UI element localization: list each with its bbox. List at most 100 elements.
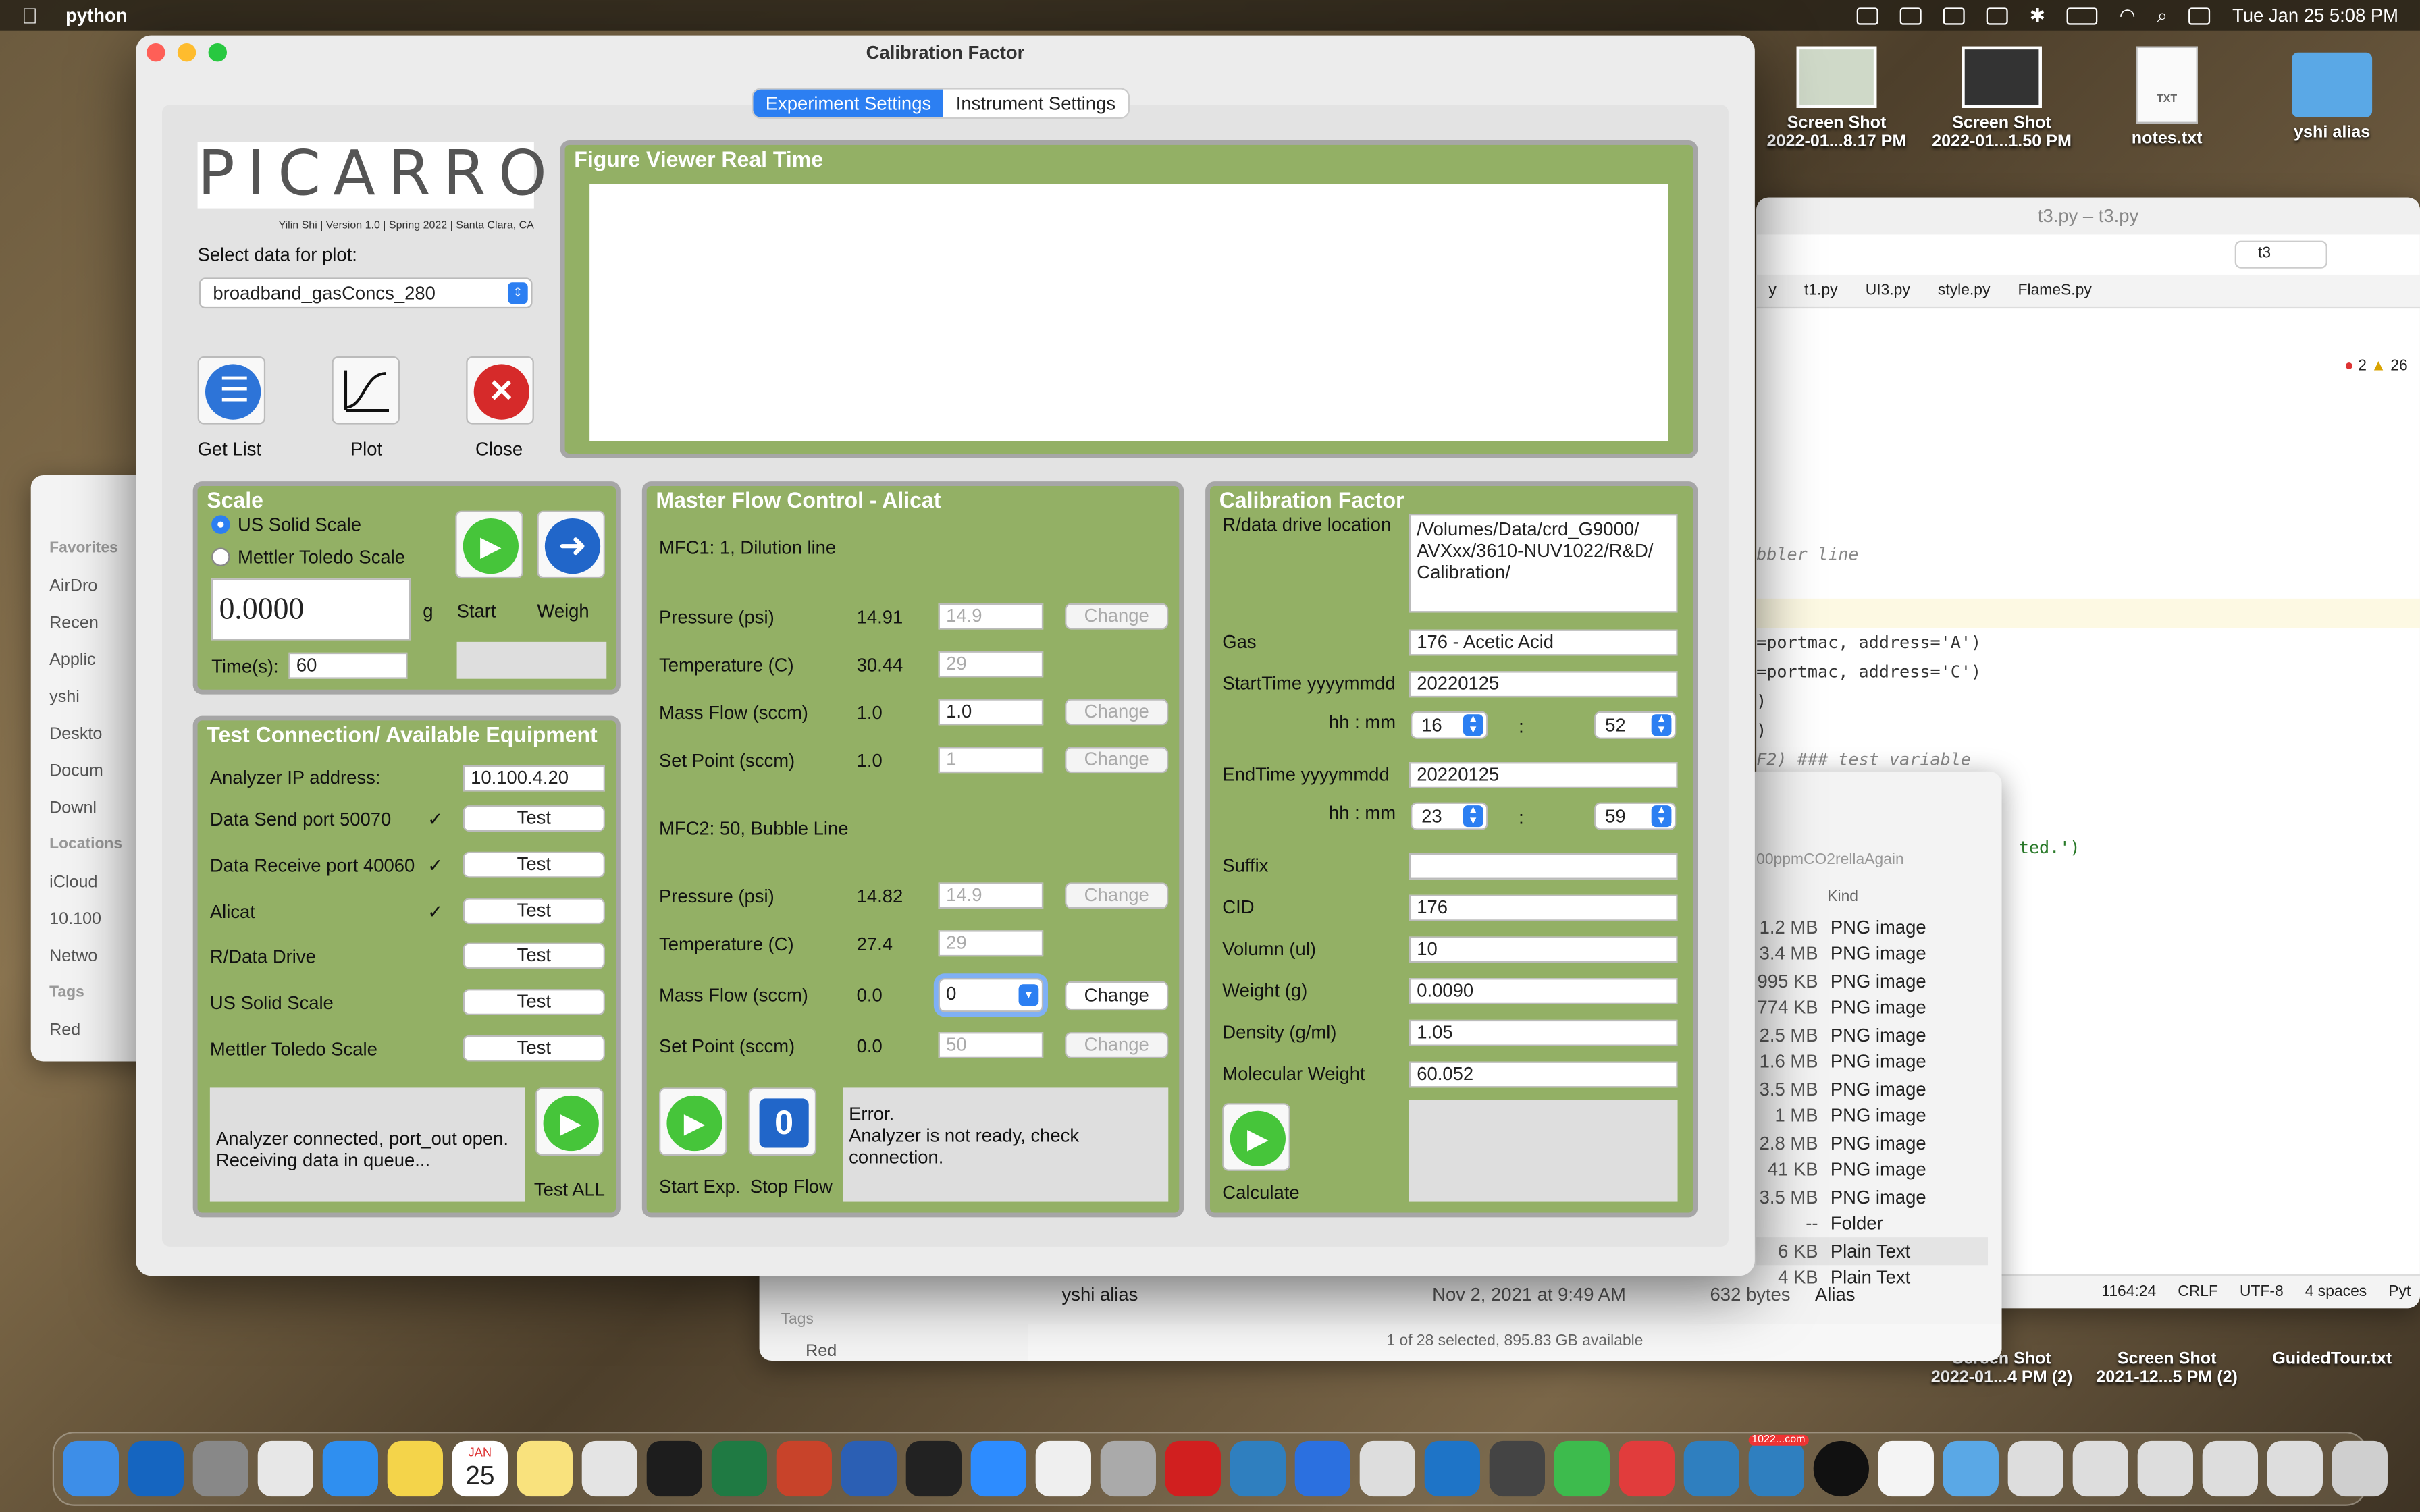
- us-solid-scale-radio[interactable]: [211, 515, 230, 534]
- vscode-dock-icon[interactable]: [1424, 1440, 1480, 1497]
- window-thumbnail-dock-icon[interactable]: [2072, 1440, 2128, 1497]
- document-dock-icon[interactable]: [1878, 1440, 1934, 1497]
- ide-tab[interactable]: style.py: [1938, 282, 1990, 299]
- list-item[interactable]: 774 KB PNG image: [1756, 994, 1988, 1021]
- list-item[interactable]: 41 KB PNG image: [1756, 1156, 1988, 1183]
- control-center-icon[interactable]: [2188, 7, 2211, 24]
- word-dock-icon[interactable]: [841, 1440, 897, 1497]
- get-list-button[interactable]: [197, 356, 266, 425]
- list-item[interactable]: 995 KB PNG image: [1756, 967, 1988, 994]
- tab-experiment-settings[interactable]: Experiment Settings: [753, 89, 944, 117]
- ide-tab[interactable]: t1.py: [1804, 282, 1838, 299]
- desktop-icon-screenshot[interactable]: Screen Shot 2021-12...5 PM (2): [2082, 1350, 2251, 1387]
- outlook-dock-icon[interactable]: [128, 1440, 184, 1497]
- status-icon[interactable]: [1899, 7, 1922, 24]
- system-preferences-dock-icon[interactable]: [192, 1440, 248, 1497]
- test-data-send-button[interactable]: Test: [463, 805, 605, 832]
- notes-dock-icon[interactable]: [517, 1440, 573, 1497]
- mfc1-setpoint-change-button[interactable]: Change: [1065, 747, 1169, 774]
- test-alicat-button[interactable]: Test: [463, 898, 605, 925]
- ide-tab[interactable]: FlameS.py: [2018, 282, 2092, 299]
- status-icon[interactable]: [1943, 7, 1965, 24]
- mfc2-pressure-change-button[interactable]: Change: [1065, 882, 1169, 909]
- folder-dock-icon[interactable]: [1943, 1440, 1999, 1497]
- search-icon[interactable]: ⌕: [2157, 4, 2167, 27]
- slack-dock-icon[interactable]: [1035, 1440, 1091, 1497]
- kind-column-header[interactable]: Kind: [1827, 889, 1858, 906]
- ide-tab[interactable]: y: [1768, 282, 1776, 299]
- teamviewer-dock-icon[interactable]: [1294, 1440, 1350, 1497]
- mfc1-pressure-change-button[interactable]: Change: [1065, 603, 1169, 630]
- time-input[interactable]: 60: [288, 652, 408, 679]
- window-thumbnail-dock-icon[interactable]: [2007, 1440, 2063, 1497]
- start-minute-spinbox[interactable]: 52 ▲ ▼: [1594, 711, 1677, 739]
- tag-red[interactable]: Red: [806, 1343, 837, 1361]
- figure-canvas[interactable]: [589, 183, 1668, 441]
- help-dock-icon[interactable]: [1100, 1440, 1156, 1497]
- battery-icon[interactable]: [2066, 7, 2098, 24]
- bluetooth-icon[interactable]: ✱: [2030, 5, 2045, 26]
- zoom-window-button[interactable]: [208, 43, 227, 62]
- list-item[interactable]: -- Folder: [1756, 1210, 1988, 1237]
- messages-dock-icon[interactable]: [1554, 1440, 1610, 1497]
- list-item[interactable]: 3.5 MB PNG image: [1756, 1183, 1988, 1210]
- pycharm-dock-icon[interactable]: [646, 1440, 702, 1497]
- tab-instrument-settings[interactable]: Instrument Settings: [943, 89, 1128, 117]
- start-scale-button[interactable]: [455, 510, 523, 579]
- molecular-weight-input[interactable]: 60.052: [1409, 1061, 1678, 1088]
- list-item[interactable]: 1.2 MB PNG image: [1756, 913, 1988, 940]
- plot-button[interactable]: [332, 356, 400, 425]
- launchpad-dock-icon[interactable]: [257, 1440, 313, 1497]
- desktop-icon-screenshot[interactable]: Screen Shot 2022-01...8.17 PM: [1752, 46, 1921, 151]
- desktop-icon-screenshot[interactable]: Screen Shot 2022-01...1.50 PM: [1917, 46, 2086, 151]
- mfc2-massflow-combo[interactable]: 0 ▾: [938, 978, 1044, 1013]
- acrobat-dock-icon[interactable]: [1165, 1440, 1221, 1497]
- calculate-button[interactable]: [1222, 1103, 1290, 1171]
- gas-input[interactable]: 176 - Acetic Acid: [1409, 629, 1678, 656]
- safari-dock-icon[interactable]: [322, 1440, 378, 1497]
- app-menu-name[interactable]: python: [65, 5, 127, 26]
- trash-dock-icon[interactable]: [2332, 1440, 2388, 1497]
- window-thumbnail-dock-icon[interactable]: [2137, 1440, 2193, 1497]
- list-item[interactable]: 3.5 MB PNG image: [1756, 1075, 1988, 1102]
- finder-dock-icon[interactable]: [63, 1440, 119, 1497]
- list-item[interactable]: 2.8 MB PNG image: [1756, 1129, 1988, 1156]
- mettler-toledo-radio[interactable]: [211, 547, 230, 566]
- suffix-input[interactable]: [1409, 853, 1678, 880]
- mfc2-pressure-input[interactable]: 14.9: [938, 882, 1044, 909]
- test-all-button[interactable]: [535, 1087, 604, 1156]
- mfc2-temperature-input[interactable]: 29: [938, 930, 1044, 957]
- list-item[interactable]: 2.5 MB PNG image: [1756, 1021, 1988, 1048]
- close-button[interactable]: [466, 356, 534, 425]
- list-item[interactable]: yshi alias Nov 2, 2021 at 9:49 AM 632 by…: [1062, 1284, 1988, 1305]
- weight-input[interactable]: 0.0090: [1409, 978, 1678, 1004]
- status-icon[interactable]: [1986, 7, 2008, 24]
- vnc-dock-icon[interactable]: [1230, 1440, 1286, 1497]
- mfc1-temperature-input[interactable]: 29: [938, 651, 1044, 678]
- desktop-icon-yshi-alias[interactable]: yshi alias: [2247, 52, 2417, 142]
- end-hour-spinbox[interactable]: 23 ▲ ▼: [1411, 802, 1488, 830]
- terminal-dock-icon[interactable]: [905, 1440, 962, 1497]
- chrome-dock-icon[interactable]: [581, 1440, 637, 1497]
- wifi-icon[interactable]: ◠: [2120, 5, 2136, 26]
- stop-flow-button[interactable]: [748, 1087, 817, 1156]
- window-thumbnail-dock-icon[interactable]: [2267, 1440, 2323, 1497]
- list-item[interactable]: 1.6 MB PNG image: [1756, 1048, 1988, 1075]
- textedit-dock-icon[interactable]: [1359, 1440, 1415, 1497]
- desktop-icon-guidedtour[interactable]: GuidedTour.txt: [2247, 1350, 2417, 1368]
- end-date-input[interactable]: 20220125: [1409, 762, 1678, 788]
- window-thumbnail-dock-icon[interactable]: [2202, 1440, 2258, 1497]
- list-item[interactable]: 1 MB PNG image: [1756, 1102, 1988, 1129]
- vnc-session-dock-icon[interactable]: 1022...com: [1748, 1434, 1809, 1497]
- ide-tab[interactable]: UI3.py: [1866, 282, 1910, 299]
- mfc1-pressure-input[interactable]: 14.9: [938, 603, 1044, 630]
- powerpoint-dock-icon[interactable]: [776, 1440, 832, 1497]
- inspection-counts[interactable]: ● 2 ▲ 26: [2344, 358, 2408, 375]
- mfc2-massflow-change-button[interactable]: Change: [1065, 981, 1169, 1011]
- start-date-input[interactable]: 20220125: [1409, 671, 1678, 698]
- ip-input[interactable]: 10.100.4.20: [463, 765, 605, 792]
- calendar-dock-icon[interactable]: JAN 25: [452, 1440, 508, 1497]
- list-item[interactable]: 6 KB Plain Text: [1756, 1237, 1988, 1265]
- excel-dock-icon[interactable]: [711, 1440, 767, 1497]
- desktop-icon-notes[interactable]: TXT notes.txt: [2082, 46, 2251, 148]
